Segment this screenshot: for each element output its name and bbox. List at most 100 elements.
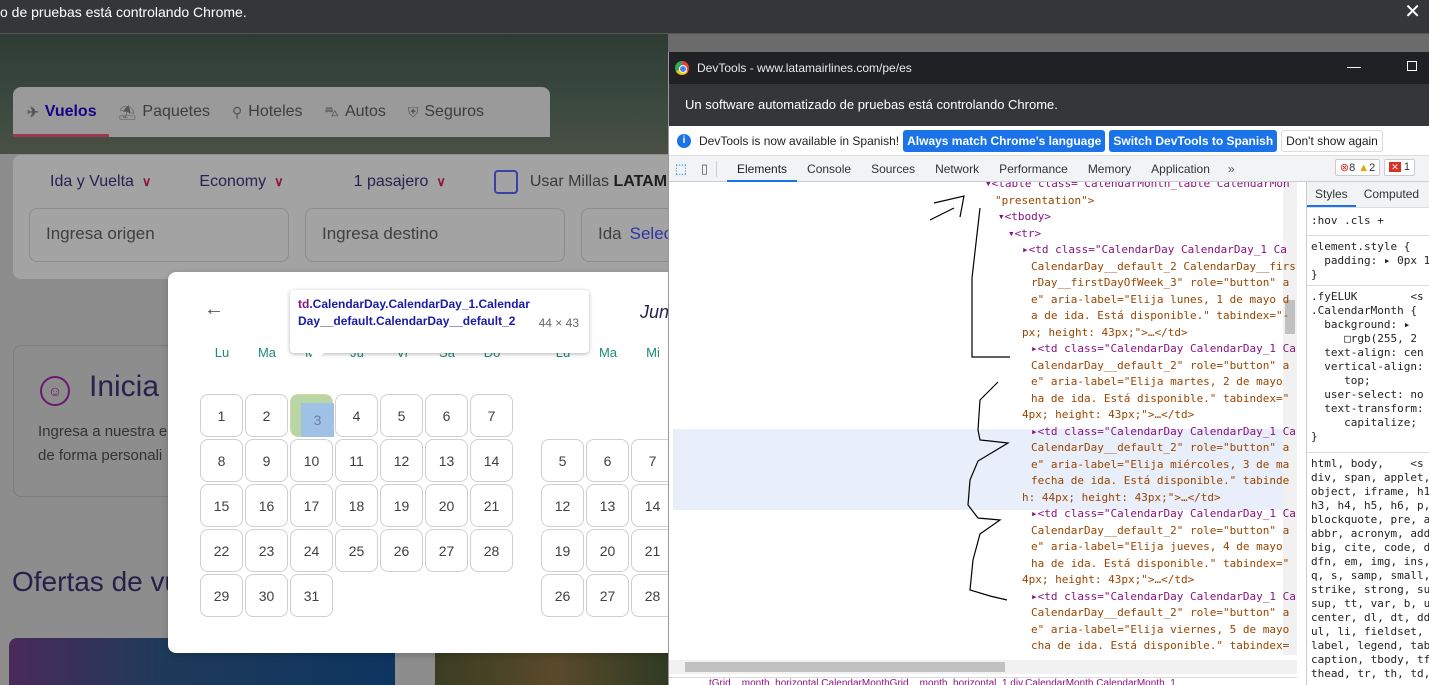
calendar-day[interactable]: 5: [541, 439, 584, 482]
calendar-day[interactable]: 18: [335, 484, 378, 527]
dom-node-line[interactable]: CalendarDay__default_2" role="button" a: [1031, 358, 1289, 375]
errors-warnings-badge[interactable]: ⊗8 ▲2: [1334, 159, 1381, 176]
dom-node-line[interactable]: e" aria-label="Elija martes, 2 de mayo: [1031, 374, 1283, 391]
dom-node-line[interactable]: 4px; height: 43px;">…</td>: [1022, 572, 1194, 589]
trip-type-dropdown[interactable]: Ida y Vuelta ∨: [50, 173, 151, 191]
elements-tree[interactable]: ▾<table class="CalendarMonth_table Calen…: [669, 182, 1297, 655]
tab-autos[interactable]: ⛍ Autos: [325, 87, 386, 137]
styles-tab-styles[interactable]: Styles: [1307, 182, 1356, 207]
dom-node-line[interactable]: ▸<td class="CalendarDay CalendarDay_1 Ca: [1031, 589, 1296, 606]
dom-node-line[interactable]: h: 44px; height: 43px;">…</td>: [1022, 490, 1221, 507]
devtools-tab-sources[interactable]: Sources: [861, 156, 925, 182]
css-rule[interactable]: .fyELUK <s .CalendarMonth { background: …: [1311, 290, 1424, 444]
calendar-day[interactable]: 14: [470, 439, 513, 482]
dom-node-line[interactable]: e" aria-label="Elija miércoles, 3 de ma: [1031, 457, 1289, 474]
dont-show-again-button[interactable]: Don't show again: [1281, 129, 1383, 152]
calendar-day[interactable]: 21: [631, 529, 668, 572]
css-rule[interactable]: element.style { padding: ▸ 0px 1 }: [1311, 240, 1429, 282]
styles-filter-toolbar[interactable]: :hov .cls +: [1311, 214, 1384, 227]
dom-node-line[interactable]: CalendarDay__default_2" role="button" a: [1031, 440, 1289, 457]
dom-node-line[interactable]: cha de ida. Está disponible." tabindex=: [1031, 638, 1289, 655]
calendar-day[interactable]: 1: [200, 394, 243, 437]
more-tabs-icon[interactable]: »: [1220, 162, 1243, 176]
tab-seguros[interactable]: ⛨ Seguros: [408, 87, 484, 137]
dom-node-line[interactable]: ha de ida. Está disponible." tabindex=": [1031, 556, 1289, 573]
dom-node-line[interactable]: CalendarDay__default_2" role="button" a: [1031, 605, 1289, 622]
switch-to-spanish-button[interactable]: Switch DevTools to Spanish: [1109, 129, 1278, 152]
dom-node-line[interactable]: ▸<td class="CalendarDay CalendarDay_1 Ca: [1031, 341, 1296, 358]
calendar-day[interactable]: 30: [245, 574, 288, 617]
use-miles-checkbox[interactable]: [493, 170, 518, 194]
calendar-day[interactable]: 14: [631, 484, 668, 527]
dom-node-line[interactable]: rDay__firstDayOfWeek_3" role="button" a: [1031, 275, 1289, 292]
calendar-day[interactable]: 21: [470, 484, 513, 527]
dom-node-line[interactable]: CalendarDay__default_2" role="button" a: [1031, 523, 1289, 540]
calendar-day[interactable]: 12: [541, 484, 584, 527]
calendar-day[interactable]: 6: [425, 394, 468, 437]
dom-node-line[interactable]: e" aria-label="Elija lunes, 1 de mayo d: [1031, 292, 1289, 309]
dom-node-line[interactable]: ▸<td class="CalendarDay CalendarDay_1 Ca: [1031, 506, 1296, 523]
passengers-dropdown[interactable]: 1 pasajero ∨: [354, 173, 446, 191]
calendar-day[interactable]: 6: [586, 439, 629, 482]
calendar-day[interactable]: 19: [380, 484, 423, 527]
departure-date-input[interactable]: Ida Selec: [581, 208, 668, 262]
calendar-day[interactable]: 4: [335, 394, 378, 437]
calendar-day[interactable]: 19: [541, 529, 584, 572]
always-match-language-button[interactable]: Always match Chrome's language: [903, 129, 1106, 152]
horizontal-scrollbar[interactable]: [669, 660, 1297, 674]
calendar-day[interactable]: 2: [245, 394, 288, 437]
calendar-day[interactable]: 29: [200, 574, 243, 617]
calendar-day[interactable]: 3: [290, 394, 334, 437]
dom-node-line[interactable]: e" aria-label="Elija jueves, 4 de mayo: [1031, 539, 1283, 556]
calendar-day[interactable]: 15: [200, 484, 243, 527]
cabin-dropdown[interactable]: Economy ∨: [199, 173, 283, 191]
calendar-day[interactable]: 12: [380, 439, 423, 482]
calendar-day[interactable]: 13: [425, 439, 468, 482]
dom-node-line[interactable]: fecha de ida. Está disponible." tabinde: [1031, 473, 1289, 490]
dom-node-line[interactable]: px; height: 43px;">…</td>: [1022, 325, 1188, 342]
minimize-button[interactable]: —: [1347, 58, 1361, 74]
dom-node-line[interactable]: ha de ida. Está disponible." tabindex=": [1031, 391, 1289, 408]
devtools-tab-console[interactable]: Console: [797, 156, 861, 182]
close-icon[interactable]: ✕: [1404, 0, 1421, 24]
dom-node-line[interactable]: ▾<table class="CalendarMonth_table Calen…: [985, 182, 1290, 193]
dom-node-line[interactable]: ▾<tbody>: [998, 209, 1051, 226]
tab-hoteles[interactable]: ⚲ Hoteles: [232, 87, 303, 137]
calendar-day[interactable]: 31: [290, 574, 333, 617]
inspect-element-icon[interactable]: ⬚: [669, 161, 693, 177]
devtools-tab-application[interactable]: Application: [1141, 156, 1220, 182]
devtools-tab-memory[interactable]: Memory: [1078, 156, 1141, 182]
calendar-day[interactable]: 20: [425, 484, 468, 527]
issue-badges[interactable]: ⊗8 ▲2 ✕ 1: [1334, 159, 1415, 176]
calendar-day[interactable]: 22: [200, 529, 243, 572]
calendar-day[interactable]: 7: [470, 394, 513, 437]
devtools-tab-network[interactable]: Network: [925, 156, 989, 182]
calendar-day[interactable]: 13: [586, 484, 629, 527]
css-rule[interactable]: html, body, <s div, span, applet, object…: [1311, 457, 1429, 681]
dom-node-line[interactable]: ▾<tr>: [1008, 226, 1041, 243]
calendar-day[interactable]: 20: [586, 529, 629, 572]
dom-breadcrumbs[interactable]: …tGrid__month_horizontal.CalendarMonthGr…: [669, 677, 1297, 685]
calendar-day[interactable]: 26: [380, 529, 423, 572]
calendar-day[interactable]: 28: [631, 574, 668, 617]
prev-month-arrow[interactable]: ←: [204, 298, 224, 321]
calendar-day[interactable]: 10: [290, 439, 333, 482]
devtools-tab-elements[interactable]: Elements: [727, 156, 798, 182]
calendar-day[interactable]: 16: [245, 484, 288, 527]
dom-node-line[interactable]: 4px; height: 43px;">…</td>: [1022, 407, 1194, 424]
calendar-day[interactable]: 8: [200, 439, 243, 482]
dom-node-line[interactable]: a de ida. Está disponible." tabindex="-: [1031, 308, 1289, 325]
tab-paquetes[interactable]: ⛱ Paquetes: [119, 87, 210, 137]
devtools-tab-performance[interactable]: Performance: [989, 156, 1078, 182]
calendar-day[interactable]: 23: [245, 529, 288, 572]
issues-badge[interactable]: ✕ 1: [1384, 159, 1415, 176]
calendar-day[interactable]: 27: [425, 529, 468, 572]
calendar-day[interactable]: 17: [290, 484, 333, 527]
dom-node-line[interactable]: e" aria-label="Elija viernes, 5 de mayo: [1031, 622, 1289, 639]
calendar-day[interactable]: 24: [290, 529, 333, 572]
dom-node-line[interactable]: "presentation">: [995, 193, 1094, 210]
maximize-button[interactable]: [1407, 61, 1417, 71]
calendar-day[interactable]: 27: [586, 574, 629, 617]
calendar-day[interactable]: 28: [470, 529, 513, 572]
tab-vuelos[interactable]: ✈ Vuelos: [13, 87, 109, 137]
